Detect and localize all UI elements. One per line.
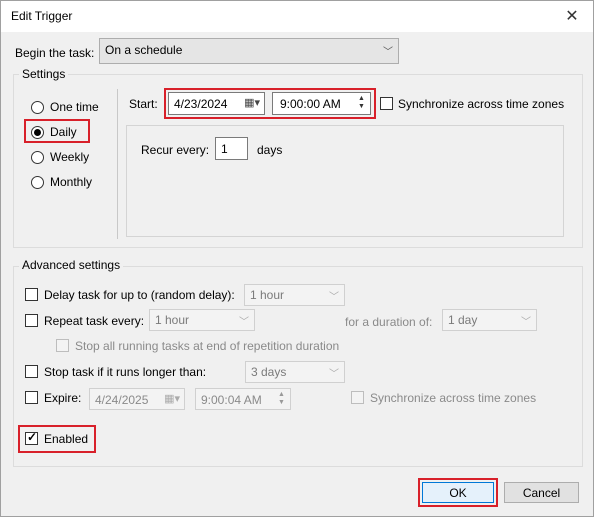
chevron-down-icon: ﹀ [329,292,339,303]
begin-task-value: On a schedule [105,43,183,57]
expire-time-value: 9:00:04 AM [201,393,262,407]
repeat-task-label: Repeat task every: [44,314,145,328]
time-spinner-icon[interactable]: ▲ ▼ [355,95,368,111]
chevron-down-icon: ﹀ [383,47,393,58]
settings-group-label: Settings [19,67,69,81]
delay-task-value: 1 hour [250,288,285,302]
start-label: Start: [129,97,158,111]
advanced-settings-label: Advanced settings [19,258,124,272]
expire-sync-label: Synchronize across time zones [370,391,537,405]
expire-checkbox[interactable] [25,391,38,404]
expire-label: Expire: [44,391,82,405]
radio-monthly-label: Monthly [50,175,93,189]
delay-task-checkbox[interactable] [25,288,38,301]
radio-one-time[interactable] [31,101,44,114]
stop-running-tasks-label: Stop all running tasks at end of repetit… [75,339,340,353]
radio-daily[interactable] [31,126,44,139]
recur-label: Recur every: [141,143,210,157]
expire-date-picker[interactable]: 4/24/2025 ▦▾ [89,388,185,410]
calendar-icon[interactable]: ▦▾ [164,392,180,405]
radio-one-time-label: One time [50,100,99,114]
chevron-down-icon: ﹀ [329,369,339,380]
stop-task-longer-value: 3 days [251,365,287,379]
delay-task-label: Delay task for up to (random delay): [44,288,235,302]
repeat-task-select[interactable]: 1 hour ﹀ [149,309,255,331]
delay-task-select[interactable]: 1 hour ﹀ [244,284,345,306]
begin-task-select[interactable]: On a schedule ﹀ [99,38,399,64]
enabled-checkbox[interactable] [25,430,38,445]
cancel-button[interactable]: Cancel [504,482,579,503]
recur-panel [126,125,564,237]
dialog-title: Edit Trigger [11,9,73,23]
begin-task-label: Begin the task: [15,46,95,60]
calendar-icon[interactable]: ▦▾ [244,96,260,109]
expire-date-value: 4/24/2025 [95,393,149,407]
recur-unit-label: days [257,143,283,157]
recur-days-input[interactable]: 1 [215,137,248,160]
stop-running-tasks-checkbox[interactable] [56,339,69,352]
repeat-task-value: 1 hour [155,313,190,327]
ok-button[interactable]: OK [422,482,494,503]
time-spinner-icon[interactable]: ▲ ▼ [275,391,288,407]
stop-task-longer-label: Stop task if it runs longer than: [44,365,207,379]
start-time-value: 9:00:00 AM [280,97,341,111]
radio-weekly[interactable] [31,151,44,164]
chevron-down-icon: ﹀ [521,317,531,328]
duration-label: for a duration of: [345,315,433,329]
start-time-field[interactable]: 9:00:00 AM ▲ ▼ [272,92,371,115]
radio-weekly-label: Weekly [50,150,90,164]
repeat-task-checkbox[interactable] [25,314,38,327]
sync-time-zones-label: Synchronize across time zones [398,97,565,111]
settings-divider [117,89,118,239]
close-icon[interactable]: ✕ [561,5,583,27]
stop-task-longer-checkbox[interactable] [25,365,38,378]
expire-sync-checkbox[interactable] [351,391,364,404]
duration-value: 1 day [448,313,478,327]
radio-daily-label: Daily [50,125,77,139]
edit-trigger-dialog: Edit Trigger ✕ Begin the task: On a sche… [0,0,594,517]
start-date-value: 4/23/2024 [174,97,228,111]
stop-task-longer-select[interactable]: 3 days ﹀ [245,361,345,383]
title-bar: Edit Trigger ✕ [1,1,593,32]
sync-time-zones-checkbox[interactable] [380,97,393,110]
recur-days-value: 1 [221,142,228,156]
enabled-label: Enabled [44,432,89,446]
start-date-picker[interactable]: 4/23/2024 ▦▾ [168,92,265,115]
radio-monthly[interactable] [31,176,44,189]
chevron-down-icon: ﹀ [239,317,249,328]
expire-time-field[interactable]: 9:00:04 AM ▲ ▼ [195,388,291,410]
duration-select[interactable]: 1 day ﹀ [442,309,537,331]
